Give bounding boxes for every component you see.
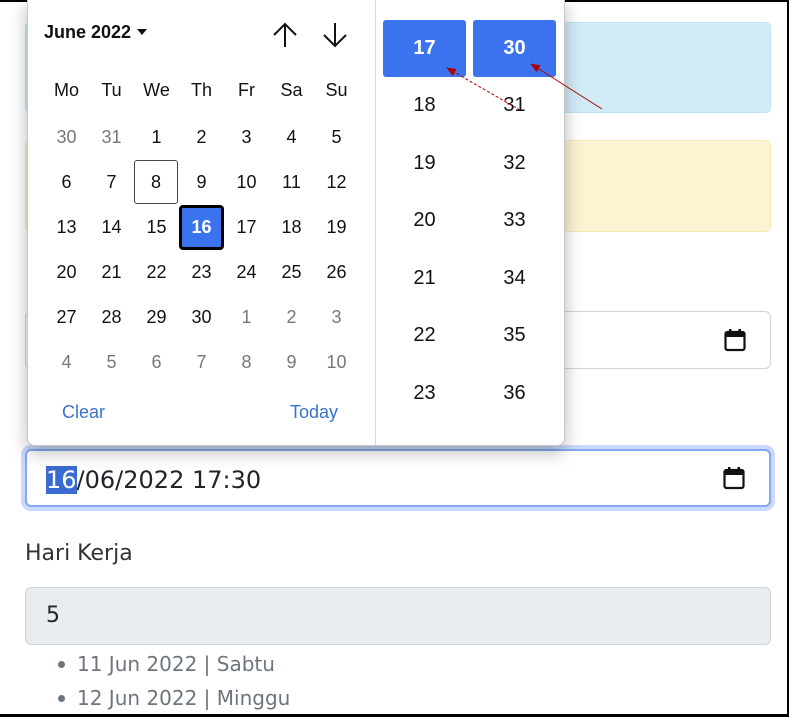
end-datetime-input[interactable]: 16/06/2022 17:30	[25, 449, 771, 507]
arrow-down-icon	[323, 23, 347, 48]
calendar-day[interactable]: 25	[269, 250, 314, 295]
calendar-day[interactable]: 6	[44, 160, 89, 205]
minute-option[interactable]: 32	[473, 135, 556, 192]
calendar-day[interactable]: 5	[314, 115, 359, 160]
calendar-day[interactable]: 2	[179, 115, 224, 160]
arrow-up-icon	[273, 22, 297, 47]
datetime-picker-popup: June 2022 Mo Tu We Th Fr Sa Su 30 31 1 2…	[27, 0, 565, 446]
calendar-day[interactable]: 4	[44, 340, 89, 385]
minute-option[interactable]: 35	[473, 307, 556, 364]
calendar-day[interactable]: 28	[89, 295, 134, 340]
month-year-label: June 2022	[44, 22, 132, 42]
next-month-button[interactable]	[321, 20, 349, 50]
weekday-header: Sa	[280, 80, 303, 100]
calendar-day[interactable]: 24	[224, 250, 269, 295]
calendar-day[interactable]: 8	[224, 340, 269, 385]
calendar-day[interactable]: 2	[269, 295, 314, 340]
list-item: 12 Jun 2022 | Minggu	[58, 684, 290, 718]
calendar-day[interactable]: 7	[179, 340, 224, 385]
clear-button[interactable]: Clear	[62, 402, 105, 423]
month-year-selector[interactable]: June 2022	[44, 22, 148, 43]
calendar-day-selected[interactable]: 16	[179, 205, 224, 250]
calendar-day[interactable]: 10	[314, 340, 359, 385]
calendar-day[interactable]: 1	[134, 115, 179, 160]
calendar-day[interactable]: 13	[44, 205, 89, 250]
weekday-header: Th	[190, 80, 212, 100]
calendar-day[interactable]: 15	[134, 205, 179, 250]
work-days-field: 5	[25, 587, 771, 645]
calendar-day[interactable]: 7	[89, 160, 134, 205]
minute-option-selected[interactable]: 30	[473, 20, 556, 77]
work-days-label: Hari Kerja	[25, 541, 133, 566]
holiday-list: 11 Jun 2022 | Sabtu 12 Jun 2022 | Minggu	[58, 650, 290, 718]
hour-option[interactable]: 19	[383, 135, 466, 192]
minute-option[interactable]: 36	[473, 365, 556, 422]
calendar-day[interactable]: 30	[179, 295, 224, 340]
calendar-day[interactable]: 23	[179, 250, 224, 295]
today-button[interactable]: Today	[290, 402, 338, 423]
picker-divider	[375, 0, 376, 445]
calendar-day[interactable]: 31	[89, 115, 134, 160]
hour-option[interactable]: 20	[383, 192, 466, 249]
calendar-day[interactable]: 29	[134, 295, 179, 340]
calendar-day[interactable]: 3	[224, 115, 269, 160]
hour-option[interactable]: 23	[383, 365, 466, 422]
datetime-value: 16/06/2022 17:30	[46, 466, 261, 494]
minute-option[interactable]: 31	[473, 77, 556, 134]
minute-option[interactable]: 34	[473, 250, 556, 307]
calendar-day[interactable]: 22	[134, 250, 179, 295]
selected-day-segment: 16	[46, 466, 77, 494]
weekday-header: We	[143, 80, 170, 100]
weekday-header: Fr	[238, 80, 255, 100]
calendar-day[interactable]: 18	[269, 205, 314, 250]
calendar-day-today[interactable]: 8	[134, 160, 178, 204]
calendar-icon[interactable]	[724, 328, 746, 352]
work-days-value: 5	[46, 603, 60, 628]
calendar-day[interactable]: 10	[224, 160, 269, 205]
calendar-day[interactable]: 26	[314, 250, 359, 295]
calendar-day[interactable]: 3	[314, 295, 359, 340]
weekday-header: Su	[325, 80, 348, 100]
calendar-day[interactable]: 1	[224, 295, 269, 340]
list-item: 11 Jun 2022 | Sabtu	[58, 650, 290, 684]
datetime-rest: /06/2022 17:30	[76, 466, 262, 494]
calendar-day[interactable]: 17	[224, 205, 269, 250]
calendar-day[interactable]: 9	[179, 160, 224, 205]
hour-option-selected[interactable]: 17	[383, 20, 466, 77]
calendar-day[interactable]: 12	[314, 160, 359, 205]
minute-option[interactable]: 33	[473, 192, 556, 249]
weekday-header: Mo	[53, 80, 79, 100]
calendar-day[interactable]: 19	[314, 205, 359, 250]
calendar-day[interactable]: 6	[134, 340, 179, 385]
calendar-icon[interactable]	[723, 466, 745, 490]
calendar-day[interactable]: 9	[269, 340, 314, 385]
hour-option[interactable]: 21	[383, 250, 466, 307]
calendar-day[interactable]: 30	[44, 115, 89, 160]
previous-month-button[interactable]	[271, 20, 299, 50]
calendar-day[interactable]: 5	[89, 340, 134, 385]
weekday-header: Tu	[101, 80, 122, 100]
calendar-day[interactable]: 4	[269, 115, 314, 160]
hour-option[interactable]: 18	[383, 77, 466, 134]
calendar-day[interactable]: 11	[269, 160, 314, 205]
calendar-day[interactable]: 21	[89, 250, 134, 295]
calendar-day[interactable]: 27	[44, 295, 89, 340]
calendar-day[interactable]: 14	[89, 205, 134, 250]
calendar-day[interactable]: 20	[44, 250, 89, 295]
caret-down-icon	[137, 29, 148, 35]
hour-option[interactable]: 22	[383, 307, 466, 364]
